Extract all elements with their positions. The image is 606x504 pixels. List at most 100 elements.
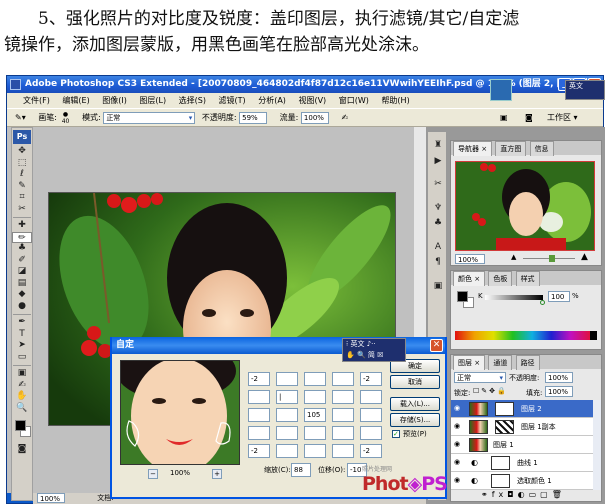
k-value-input[interactable]: 100 (548, 291, 570, 302)
ime-top-label[interactable]: 英文 (569, 81, 604, 92)
path-selection-tool-icon[interactable]: ➤ (12, 340, 32, 352)
menu-layer[interactable]: 图层(L) (139, 96, 166, 105)
layer-row[interactable]: ◉ 图层 1副本 (451, 418, 601, 436)
visibility-eye-icon[interactable]: ◉ (454, 458, 463, 467)
matrix-cell-4-1[interactable] (276, 444, 298, 458)
layer-comps-icon[interactable]: ▣ (428, 281, 448, 293)
airbrush-icon[interactable]: ✍ (341, 113, 348, 122)
matrix-cell-1-2[interactable] (304, 390, 326, 404)
visibility-eye-icon[interactable]: ◉ (454, 422, 463, 431)
menu-edit[interactable]: 编辑(E) (62, 96, 89, 105)
clone-source-icon[interactable]: ♣ (428, 218, 448, 230)
menu-image[interactable]: 图像(I) (102, 96, 127, 105)
blend-mode-select[interactable]: 正常 ▾ (454, 372, 506, 383)
tab-navigator[interactable]: 导航器 × (453, 141, 493, 156)
visibility-eye-icon[interactable]: ◉ (454, 476, 463, 485)
tab-styles[interactable]: 样式 (515, 271, 540, 286)
eraser-tool-icon[interactable]: ◪ (12, 266, 32, 278)
matrix-cell-1-0[interactable] (248, 390, 270, 404)
brush-tool-icon[interactable]: ✏ (12, 231, 32, 243)
navigator-zoom-input[interactable]: 100% (455, 254, 485, 264)
zoom-in-icon[interactable]: ▲ (581, 252, 588, 262)
workspace-icon[interactable]: ◙ (525, 109, 533, 127)
navigator-thumbnail[interactable] (455, 161, 595, 251)
matrix-cell-1-1[interactable]: | (276, 390, 298, 404)
menu-help[interactable]: 帮助(H) (381, 96, 409, 105)
preview-zoom-in-button[interactable]: + (212, 469, 222, 479)
tab-layers[interactable]: 图层 × (453, 355, 486, 370)
move-tool-icon[interactable]: ✥ (12, 146, 32, 158)
tab-channels[interactable]: 通道 (488, 355, 513, 370)
menu-window[interactable]: 窗口(W) (339, 96, 369, 105)
slice-tool-icon[interactable]: ✂ (12, 204, 32, 216)
layer-thumbnail[interactable] (469, 402, 488, 416)
k-slider-thumb[interactable] (540, 300, 545, 305)
matrix-cell-2-0[interactable] (248, 408, 270, 422)
link-icon[interactable]: ⚭ (481, 490, 492, 499)
ime-language-label[interactable]: 英文 (350, 340, 364, 348)
matrix-cell-0-3[interactable] (332, 372, 354, 386)
brush-preset-icon[interactable]: ✎▾ (15, 113, 26, 122)
opacity-input[interactable]: 59% (239, 111, 268, 124)
brushes-panel-icon[interactable]: ♆ (428, 203, 448, 215)
layer-row[interactable]: ◉ ◐ 曲线 1 (451, 454, 601, 472)
matrix-cell-3-3[interactable] (332, 426, 354, 440)
foreground-color-swatch[interactable] (15, 420, 26, 431)
gradient-tool-icon[interactable]: ▤ (12, 278, 32, 290)
lasso-tool-icon[interactable]: ℓ (12, 169, 32, 181)
tab-color[interactable]: 颜色 × (453, 271, 486, 286)
dialog-close-button[interactable]: ✕ (430, 339, 443, 352)
mask-icon[interactable]: ◘ (507, 490, 517, 499)
load-button[interactable]: 载入(L)... (390, 397, 440, 411)
palette-well-icon[interactable]: ▣ (500, 109, 508, 127)
matrix-cell-0-0[interactable]: -2 (248, 372, 270, 386)
navigator-slider-thumb[interactable] (548, 255, 555, 262)
ime-tools-row[interactable]: ✋ 🔍 简 ☒ (346, 350, 405, 361)
color-ramp[interactable] (455, 331, 597, 340)
matrix-cell-3-1[interactable] (276, 426, 298, 440)
ime-menu-icon[interactable]: ⁝ (346, 340, 348, 348)
menu-filter[interactable]: 滤镜(T) (219, 96, 246, 105)
adjustment-icon[interactable]: ◐ (518, 490, 529, 499)
matrix-cell-2-1[interactable] (276, 408, 298, 422)
character-panel-icon[interactable]: A (428, 242, 448, 254)
ime-toolbar-top[interactable]: 英文 (565, 80, 605, 100)
preview-zoom-out-button[interactable]: − (148, 469, 158, 479)
tool-presets-icon[interactable]: ✂ (428, 179, 448, 191)
layer-row[interactable]: ◉ ◐ 选取颜色 1 (451, 472, 601, 490)
matrix-cell-0-4[interactable]: -2 (360, 372, 382, 386)
layer-row[interactable]: ◉ 图层 1 (451, 436, 601, 454)
layer-thumbnail[interactable] (469, 420, 488, 434)
layer-opacity-input[interactable]: 100% (545, 372, 573, 383)
scale-input[interactable]: 88 (291, 463, 311, 477)
visibility-eye-icon[interactable]: ◉ (454, 404, 463, 413)
dodge-tool-icon[interactable]: ● (12, 301, 32, 313)
eyedropper-tool-icon[interactable]: ✍ (12, 380, 32, 392)
k-slider[interactable] (485, 295, 543, 300)
tab-paths[interactable]: 路径 (515, 355, 540, 370)
layer-mask-thumbnail[interactable] (491, 474, 510, 488)
lock-icons[interactable]: ☐✎✥🔒 (473, 387, 508, 395)
type-tool-icon[interactable]: T (12, 329, 32, 341)
preview-checkbox[interactable]: ✓ (392, 430, 400, 438)
menu-file[interactable]: 文件(F) (23, 96, 50, 105)
brush-size-picker[interactable]: ● 40 (60, 111, 72, 125)
tab-histogram[interactable]: 直方图 (495, 141, 527, 156)
matrix-cell-0-2[interactable] (304, 372, 326, 386)
new-layer-icon[interactable]: ▢ (540, 490, 552, 499)
matrix-cell-4-3[interactable] (332, 444, 354, 458)
matrix-cell-3-4[interactable] (360, 426, 382, 440)
color-foreground-swatch[interactable] (457, 291, 468, 302)
trash-icon[interactable]: 🗑 (552, 490, 566, 499)
fill-input[interactable]: 100% (545, 386, 573, 397)
matrix-cell-2-4[interactable] (360, 408, 382, 422)
magic-wand-tool-icon[interactable]: ✎ (12, 181, 32, 193)
actions-panel-icon[interactable]: ▶ (428, 156, 448, 168)
matrix-cell-1-4[interactable] (360, 390, 382, 404)
cancel-button[interactable]: 取消 (390, 375, 440, 389)
quick-mask-icon[interactable]: ◙ (12, 444, 32, 456)
marquee-tool-icon[interactable]: ⬚ (12, 158, 32, 170)
tab-info[interactable]: 信息 (529, 141, 554, 156)
mode-select[interactable]: 正常 ▾ (103, 111, 196, 124)
paragraph-panel-icon[interactable]: ¶ (428, 257, 448, 269)
